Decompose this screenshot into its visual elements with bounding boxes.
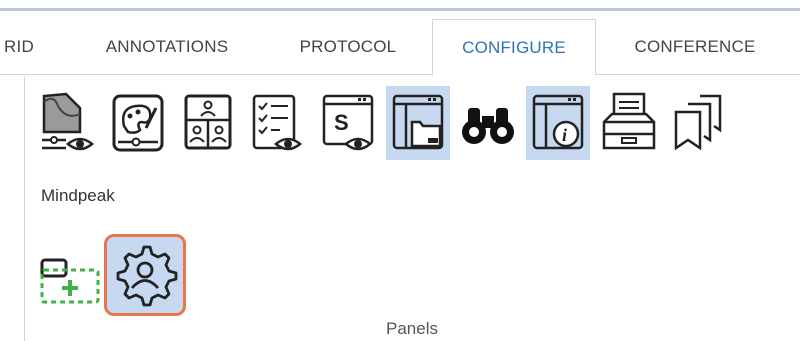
tool-button-user-grid[interactable]: [176, 86, 240, 160]
tab-protocol[interactable]: PROTOCOL: [276, 19, 420, 75]
tool-button-folder-window[interactable]: [386, 86, 450, 160]
stacked-pages-icon: [674, 94, 722, 151]
add-panel-button[interactable]: [36, 232, 100, 318]
tab-annotations[interactable]: ANNOTATIONS: [74, 19, 260, 75]
tool-button-checklist[interactable]: [246, 86, 310, 160]
info-window-icon: i: [532, 94, 584, 150]
user-settings-gear-icon: [116, 245, 178, 307]
add-panel-icon: [40, 258, 100, 304]
image-view-settings-icon: [42, 92, 94, 151]
tool-button-script[interactable]: S: [316, 86, 380, 160]
tool-button-image-view[interactable]: [36, 86, 100, 160]
palette-settings-icon: [112, 94, 164, 152]
tab-grid[interactable]: RID: [0, 19, 44, 75]
group-label-mindpeak: Mindpeak: [41, 186, 115, 205]
tool-button-inbox[interactable]: [596, 86, 660, 160]
tool-button-stacked-pages[interactable]: [666, 86, 730, 160]
svg-text:S: S: [334, 110, 349, 135]
folder-window-icon: [392, 94, 444, 150]
binoculars-icon: [462, 108, 514, 144]
tool-button-binoculars[interactable]: [456, 86, 520, 160]
tool-button-info-window[interactable]: i: [526, 86, 590, 160]
inbox-tray-icon: [602, 92, 656, 150]
tab-configure[interactable]: CONFIGURE: [432, 19, 596, 76]
ribbon-tab-bar: RID ANNOTATIONS PROTOCOL CONFIGURE CONFE…: [0, 19, 800, 76]
tool-button-palette[interactable]: [106, 86, 170, 160]
group-label-panels: Panels: [386, 319, 438, 338]
svg-text:i: i: [562, 125, 567, 145]
user-settings-button[interactable]: [104, 234, 186, 316]
top-accent-rule: [0, 8, 800, 11]
script-view-icon: S: [322, 94, 374, 151]
user-grid-icon: [184, 94, 232, 150]
checklist-view-icon: [252, 94, 302, 151]
ribbon-left-border: [24, 76, 25, 341]
tab-conference[interactable]: CONFERENCE: [606, 19, 784, 75]
